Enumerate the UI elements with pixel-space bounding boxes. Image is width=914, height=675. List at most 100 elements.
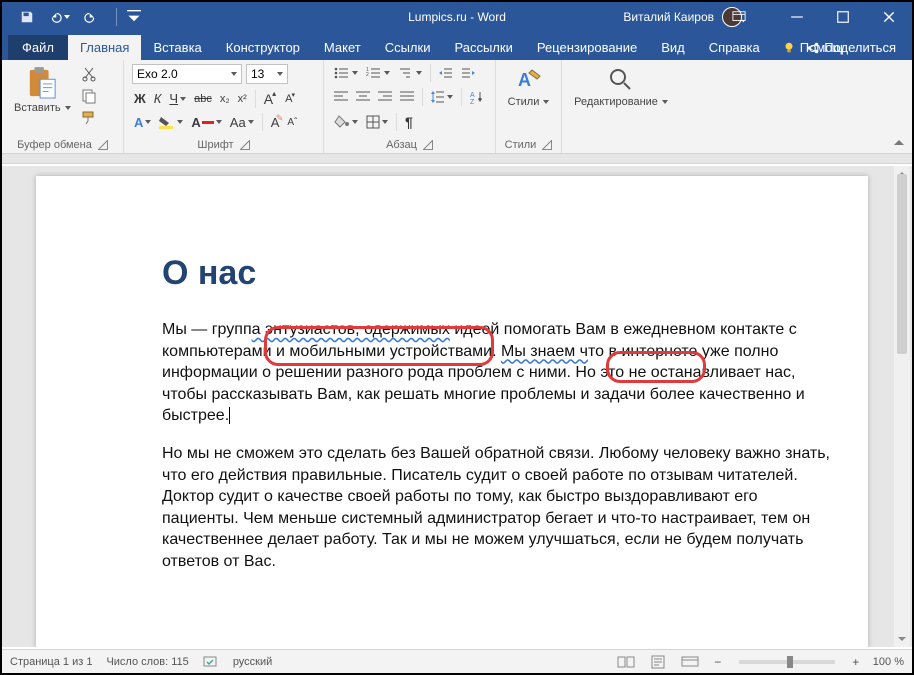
align-right-button[interactable] — [376, 91, 394, 103]
tab-layout[interactable]: Макет — [312, 35, 373, 60]
borders-button[interactable] — [364, 115, 390, 129]
document-page[interactable]: О нас Мы — группа энтузиастов, одержимых… — [36, 176, 868, 647]
font-name-value: Exo 2.0 — [137, 67, 178, 81]
close-button[interactable] — [866, 2, 912, 32]
scroll-thumb[interactable] — [897, 174, 907, 354]
clipboard-group-label: Буфер обмена — [17, 139, 92, 151]
paragraph-1: Мы — группа энтузиастов, одержимых идеей… — [162, 319, 838, 427]
zoom-out-button[interactable]: − — [711, 655, 725, 669]
share-button[interactable]: Поделиться — [798, 35, 904, 60]
status-language[interactable]: русский — [233, 656, 272, 668]
spellcheck-icon[interactable] — [203, 655, 219, 669]
tab-design[interactable]: Конструктор — [214, 35, 312, 60]
font-dialog-launcher[interactable] — [240, 140, 250, 150]
zoom-slider[interactable] — [739, 660, 835, 664]
multilevel-list-button[interactable] — [396, 66, 424, 80]
shading-button[interactable] — [332, 115, 360, 129]
editing-label: Редактирование — [574, 96, 658, 108]
bold-button[interactable]: Ж — [132, 91, 148, 106]
font-name[interactable]: Exo 2.0 — [132, 64, 242, 84]
sort-button[interactable]: AZ — [468, 90, 486, 104]
tab-review[interactable]: Рецензирование — [525, 35, 649, 60]
change-case-button[interactable]: Aa — [228, 115, 256, 130]
document-title: Lumpics.ru - Word — [408, 10, 506, 24]
styles-dialog-launcher[interactable] — [542, 140, 552, 150]
tab-mailings[interactable]: Рассылки — [442, 35, 524, 60]
heading-about: О нас — [162, 254, 838, 293]
undo-icon[interactable] — [48, 10, 70, 24]
copy-icon[interactable] — [81, 88, 97, 104]
tab-view[interactable]: Вид — [649, 35, 697, 60]
superscript-button[interactable]: x² — [236, 93, 249, 105]
paragraph-dialog-launcher[interactable] — [423, 140, 433, 150]
svg-text:A: A — [470, 92, 475, 99]
font-size[interactable]: 13 — [246, 64, 288, 84]
collapse-ribbon-icon[interactable] — [892, 135, 906, 149]
qat-customize-icon[interactable] — [127, 10, 141, 24]
zoom-in-button[interactable]: + — [849, 655, 863, 669]
subscript-button[interactable]: x₂ — [218, 93, 232, 105]
svg-text:2: 2 — [366, 72, 369, 78]
read-mode-icon[interactable] — [615, 653, 637, 671]
highlight-button[interactable] — [157, 115, 185, 129]
tab-help[interactable]: Справка — [697, 35, 772, 60]
paste-icon — [27, 66, 57, 100]
redo-icon[interactable] — [84, 10, 98, 24]
autosave-icon[interactable] — [20, 10, 34, 24]
zoom-level[interactable]: 100 % — [873, 656, 904, 668]
wavy-span-2: Мы знаем ч — [501, 343, 588, 360]
paste-button[interactable]: Вставить — [10, 64, 75, 116]
paste-label: Вставить — [14, 102, 61, 114]
minimize-button[interactable] — [774, 2, 820, 32]
align-left-button[interactable] — [332, 91, 350, 103]
find-icon — [607, 66, 635, 94]
ribbon-display-options-icon[interactable] — [732, 10, 766, 24]
editing-button[interactable]: Редактирование — [570, 64, 672, 110]
grow-font-alt[interactable]: Aˆ — [285, 117, 299, 128]
decrease-indent-button[interactable] — [437, 66, 455, 80]
italic-button[interactable]: К — [152, 91, 164, 106]
underline-button[interactable]: Ч — [167, 91, 188, 106]
share-label: Поделиться — [824, 40, 896, 55]
font-color-button[interactable]: A — [189, 115, 223, 130]
paragraph-group-label: Абзац — [386, 139, 417, 151]
tab-home[interactable]: Главная — [68, 35, 141, 60]
show-marks-button[interactable]: ¶ — [403, 114, 415, 130]
share-icon — [806, 41, 820, 55]
vertical-scrollbar[interactable] — [894, 166, 910, 647]
status-word-count[interactable]: Число слов: 115 — [106, 656, 188, 668]
styles-button[interactable]: A Стили — [504, 64, 553, 110]
styles-label: Стили — [508, 96, 540, 108]
tab-file[interactable]: Файл — [8, 35, 68, 60]
shrink-font-button[interactable]: A▾ — [283, 93, 298, 105]
font-size-value: 13 — [251, 67, 264, 81]
tab-references[interactable]: Ссылки — [373, 35, 443, 60]
print-layout-icon[interactable] — [647, 653, 669, 671]
wavy-span-1: а энтузиастов, одержимых — [252, 321, 450, 338]
grow-font-button[interactable]: A▴ — [262, 91, 279, 107]
line-spacing-button[interactable] — [429, 90, 455, 104]
justify-button[interactable] — [398, 91, 416, 103]
tab-insert[interactable]: Вставка — [141, 35, 213, 60]
status-page[interactable]: Страница 1 из 1 — [10, 656, 92, 668]
clipboard-dialog-launcher[interactable] — [98, 140, 108, 150]
cut-icon[interactable] — [81, 66, 97, 82]
lightbulb-icon — [782, 41, 796, 55]
bullets-button[interactable] — [332, 66, 360, 80]
font-group-label: Шрифт — [197, 139, 233, 151]
strikethrough-button[interactable]: abc — [192, 93, 214, 105]
scroll-down-icon[interactable] — [894, 631, 910, 647]
numbering-button[interactable]: 12 — [364, 66, 392, 80]
styles-icon: A — [515, 66, 543, 94]
web-layout-icon[interactable] — [679, 653, 701, 671]
paragraph-2: Но мы не сможем это сделать без Вашей об… — [162, 443, 838, 573]
maximize-button[interactable] — [820, 2, 866, 32]
text-effects-button[interactable]: A — [132, 115, 153, 130]
styles-group-label: Стили — [505, 139, 537, 151]
increase-indent-button[interactable] — [459, 66, 477, 80]
format-painter-icon[interactable] — [81, 110, 97, 126]
svg-text:Z: Z — [470, 99, 475, 104]
align-center-button[interactable] — [354, 91, 372, 103]
clear-formatting-button[interactable]: A✎ — [269, 115, 282, 130]
user-name[interactable]: Виталий Каиров — [623, 10, 714, 24]
